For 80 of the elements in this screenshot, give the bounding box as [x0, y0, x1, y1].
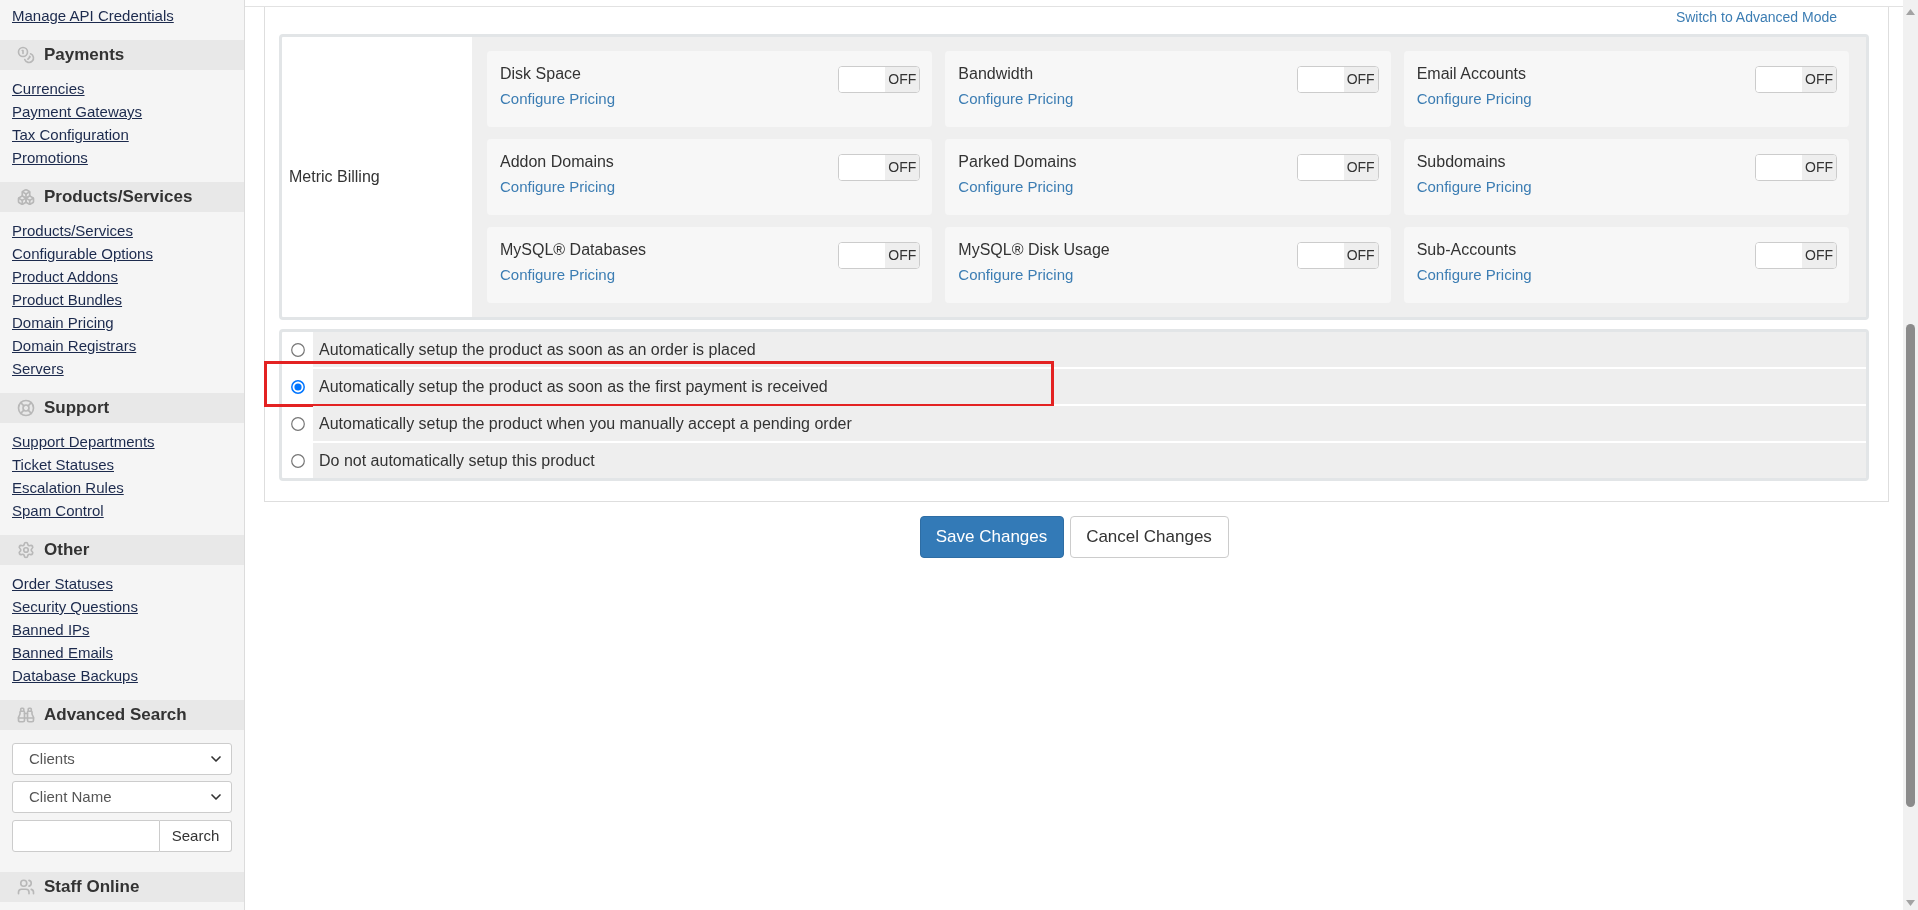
metric-name: Sub-Accounts: [1416, 240, 1517, 260]
mode-switch-link[interactable]: Switch to Advanced Mode: [1675, 7, 1837, 27]
sidebar-link[interactable]: Tax Configuration: [12, 123, 129, 146]
option-label[interactable]: Automatically setup the product when you manually accept a pending order: [313, 406, 1866, 441]
metric-name: Subdomains: [1416, 152, 1506, 172]
metric-name: Email Accounts: [1416, 64, 1527, 84]
boxes-icon: [17, 188, 35, 206]
section-title: Products/Services: [44, 186, 193, 208]
section-title: Payments: [44, 44, 125, 66]
sidebar-link[interactable]: Products/Services: [12, 219, 133, 242]
toggle-switch[interactable]: OFF: [1296, 242, 1379, 269]
configure-pricing-link[interactable]: Configure Pricing: [500, 89, 616, 109]
sidebar-link[interactable]: Product Bundles: [12, 288, 123, 311]
sidebar-link[interactable]: Security Questions: [12, 595, 138, 618]
sidebar-link[interactable]: Spam Control: [12, 499, 104, 522]
toggle-switch[interactable]: OFF: [1755, 66, 1837, 93]
metric-name: Disk Space: [500, 64, 581, 84]
sidebar-link[interactable]: Payment Gateways: [12, 100, 143, 123]
dropdown-select[interactable]: Clients: [12, 743, 232, 775]
section-title: Advanced Search: [44, 704, 187, 726]
sidebar-link[interactable]: Database Backups: [12, 664, 138, 687]
option-label[interactable]: Do not automatically setup this product: [313, 443, 1866, 478]
radio-button[interactable]: [290, 416, 305, 431]
metric-name: MySQL® Disk Usage: [958, 240, 1110, 260]
toggle-switch[interactable]: OFF: [838, 66, 921, 93]
metric-name: MySQL® Databases: [500, 240, 647, 260]
radio-button[interactable]: [290, 453, 305, 468]
sidebar-link[interactable]: Escalation Rules: [12, 476, 124, 499]
configure-pricing-link[interactable]: Configure Pricing: [500, 177, 616, 197]
toggle-switch[interactable]: OFF: [1296, 154, 1379, 181]
sidebar-link[interactable]: Product Addons: [12, 265, 118, 288]
users-icon: [17, 878, 35, 896]
metric-name: Parked Domains: [958, 152, 1077, 172]
section-title: Other: [44, 539, 90, 561]
binoculars-icon: [17, 706, 35, 724]
section-title: Staff Online: [44, 876, 140, 898]
configure-pricing-link[interactable]: Configure Pricing: [958, 265, 1074, 285]
search-button[interactable]: Search: [160, 820, 232, 852]
scrollbar-thumb[interactable]: [1906, 324, 1915, 807]
scrollbar[interactable]: [1903, 0, 1918, 910]
sidebar-link[interactable]: Manage API Credentials: [12, 4, 174, 27]
save-button[interactable]: Save Changes: [919, 516, 1064, 558]
configure-pricing-link[interactable]: Configure Pricing: [958, 177, 1074, 197]
sidebar-link[interactable]: Currencies: [12, 77, 85, 100]
dropdown-select[interactable]: Client Name: [12, 781, 232, 813]
settings-icon: [17, 541, 35, 559]
row-label: Metric Billing: [289, 167, 380, 187]
option-label[interactable]: Automatically setup the product as soon as an order is placed: [313, 332, 1866, 367]
sidebar-link[interactable]: Servers: [12, 357, 64, 380]
toggle-switch[interactable]: OFF: [1755, 242, 1837, 269]
sidebar-link[interactable]: Support Departments: [12, 430, 155, 453]
sidebar-link[interactable]: Ticket Statuses: [12, 453, 114, 476]
configure-pricing-link[interactable]: Configure Pricing: [1416, 89, 1532, 109]
toggle-switch[interactable]: OFF: [838, 154, 921, 181]
option-label[interactable]: Automatically setup the product as soon as the first payment is received: [313, 369, 1866, 404]
sidebar-link[interactable]: Banned IPs: [12, 618, 90, 641]
search-input[interactable]: [12, 820, 160, 852]
configure-pricing-link[interactable]: Configure Pricing: [1416, 265, 1532, 285]
configure-pricing-link[interactable]: Configure Pricing: [1416, 177, 1532, 197]
sidebar-link[interactable]: Banned Emails: [12, 641, 113, 664]
lifebuoy-icon: [17, 399, 35, 417]
sidebar-link[interactable]: Order Statuses: [12, 572, 113, 595]
toggle-switch[interactable]: OFF: [838, 242, 921, 269]
sidebar-link[interactable]: Configurable Options: [12, 242, 153, 265]
cancel-button[interactable]: Cancel Changes: [1069, 516, 1229, 558]
sidebar-link[interactable]: Domain Registrars: [12, 334, 137, 357]
toggle-switch[interactable]: OFF: [1755, 154, 1837, 181]
scroll-down-icon[interactable]: [1906, 900, 1915, 906]
scroll-up-icon[interactable]: [1906, 9, 1915, 15]
configure-pricing-link[interactable]: Configure Pricing: [500, 265, 616, 285]
radio-button[interactable]: [290, 342, 305, 357]
section-title: Support: [44, 397, 110, 419]
coins-icon: [17, 46, 35, 64]
metric-name: Addon Domains: [500, 152, 614, 172]
toggle-switch[interactable]: OFF: [1296, 66, 1379, 93]
metric-name: Bandwidth: [958, 64, 1034, 84]
radio-button[interactable]: [290, 379, 305, 394]
sidebar-link[interactable]: Promotions: [12, 146, 88, 169]
sidebar-link[interactable]: Domain Pricing: [12, 311, 114, 334]
configure-pricing-link[interactable]: Configure Pricing: [958, 89, 1074, 109]
